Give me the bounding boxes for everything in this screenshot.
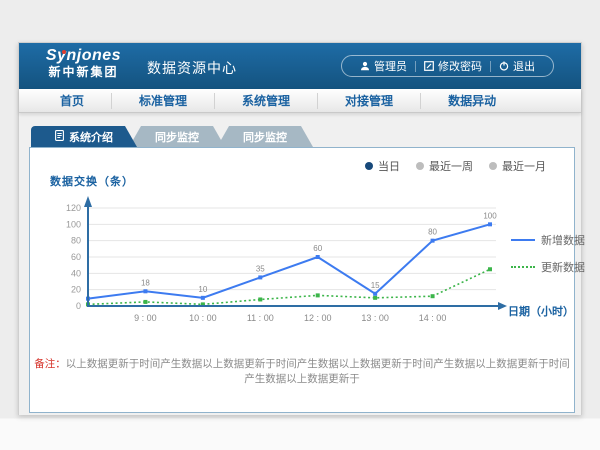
tab-system-intro[interactable]: 系统介绍 <box>31 126 137 147</box>
power-icon <box>499 61 509 71</box>
radio-last-week[interactable]: 最近一周 <box>416 158 473 174</box>
svg-text:40: 40 <box>71 268 81 278</box>
tab-label: 同步监控 <box>155 129 199 145</box>
radio-last-month[interactable]: 最近一月 <box>489 158 546 174</box>
document-icon <box>55 130 64 144</box>
brand-logo: Synjones 新中新集团 <box>36 47 131 79</box>
svg-text:12 : 00: 12 : 00 <box>304 313 332 323</box>
user-name: 管理员 <box>374 58 407 74</box>
legend-label: 新增数据 <box>541 232 585 248</box>
change-password-label: 修改密码 <box>438 58 482 74</box>
svg-text:9 : 00: 9 : 00 <box>134 313 157 323</box>
y-axis-label: 数据交换（条） <box>50 173 134 189</box>
svg-text:80: 80 <box>71 236 81 246</box>
change-password-button[interactable]: 修改密码 <box>416 58 490 74</box>
logo-text-cn: 新中新集团 <box>36 65 131 79</box>
legend-item-updated-data: 更新数据 <box>511 259 585 275</box>
chart-legend: 新增数据 更新数据 <box>511 232 585 275</box>
nav-item-integration[interactable]: 对接管理 <box>318 93 421 109</box>
app-title: 数据资源中心 <box>147 58 237 78</box>
svg-text:10: 10 <box>198 285 207 294</box>
x-axis-label: 日期（小时） <box>508 303 574 319</box>
tab-bar: 系统介绍 同步监控 同步监控 <box>31 126 313 147</box>
main-nav: 首页 标准管理 系统管理 对接管理 数据异动 <box>19 89 581 113</box>
logo-text-en: Synjones <box>36 47 131 65</box>
user-menu[interactable]: 管理员 <box>352 58 415 74</box>
radio-label: 最近一周 <box>429 158 473 174</box>
radio-dot-icon <box>489 162 497 170</box>
chart-panel: 当日 最近一周 最近一月 数据交换（条） 0 20 40 60 80 100 120 9 : … <box>29 147 575 413</box>
logout-button[interactable]: 退出 <box>491 58 543 74</box>
tab-sync-monitor-2[interactable]: 同步监控 <box>217 126 313 147</box>
edit-icon <box>424 61 434 71</box>
tab-label: 同步监控 <box>243 129 287 145</box>
logout-label: 退出 <box>513 58 535 74</box>
tab-label: 系统介绍 <box>69 129 113 145</box>
line-chart: 0 20 40 60 80 100 120 9 : 00 10 : 00 11 : 00 12 : … <box>46 188 516 338</box>
svg-text:18: 18 <box>141 278 150 287</box>
legend-line-dotted-icon <box>511 266 535 268</box>
svg-text:60: 60 <box>313 244 322 253</box>
svg-text:10 : 00: 10 : 00 <box>189 313 217 323</box>
svg-text:15: 15 <box>371 281 380 290</box>
svg-text:100: 100 <box>483 211 497 220</box>
svg-text:60: 60 <box>71 252 81 262</box>
radio-today[interactable]: 当日 <box>365 158 400 174</box>
legend-label: 更新数据 <box>541 259 585 275</box>
radio-dot-icon <box>416 162 424 170</box>
radio-dot-icon <box>365 162 373 170</box>
tab-sync-monitor-1[interactable]: 同步监控 <box>129 126 225 147</box>
logo-accent-dot <box>62 50 66 54</box>
nav-item-standards[interactable]: 标准管理 <box>112 93 215 109</box>
svg-text:35: 35 <box>256 264 265 273</box>
svg-text:0: 0 <box>76 301 81 311</box>
nav-item-data-changes[interactable]: 数据异动 <box>421 93 523 109</box>
nav-item-system[interactable]: 系统管理 <box>215 93 318 109</box>
svg-text:80: 80 <box>428 228 437 237</box>
legend-item-new-data: 新增数据 <box>511 232 585 248</box>
content-area: 系统介绍 同步监控 同步监控 当日 最近一周 <box>19 113 581 415</box>
svg-text:20: 20 <box>71 285 81 295</box>
footnote: 备注：以上数据更新于时间产生数据以上数据更新于时间产生数据以上数据更新于时间产生… <box>30 356 574 386</box>
svg-text:13 : 00: 13 : 00 <box>361 313 389 323</box>
app-header: Synjones 新中新集团 数据资源中心 管理员 修改密码 退出 <box>19 43 581 89</box>
radio-label: 当日 <box>378 158 400 174</box>
svg-text:100: 100 <box>66 219 81 229</box>
legend-line-solid-icon <box>511 239 535 241</box>
app-window: Synjones 新中新集团 数据资源中心 管理员 修改密码 退出 首页 标准管… <box>18 42 582 415</box>
user-icon <box>360 61 370 71</box>
svg-text:120: 120 <box>66 203 81 213</box>
footnote-text: 以上数据更新于时间产生数据以上数据更新于时间产生数据以上数据更新于时间产生数据以… <box>66 358 570 385</box>
svg-text:11 : 00: 11 : 00 <box>247 313 274 323</box>
user-toolbar: 管理员 修改密码 退出 <box>341 55 554 77</box>
radio-label: 最近一月 <box>502 158 546 174</box>
footnote-label: 备注： <box>34 358 66 370</box>
svg-text:14 : 00: 14 : 00 <box>419 313 447 323</box>
time-range-filter: 当日 最近一周 最近一月 <box>365 158 546 174</box>
nav-item-home[interactable]: 首页 <box>33 93 112 109</box>
